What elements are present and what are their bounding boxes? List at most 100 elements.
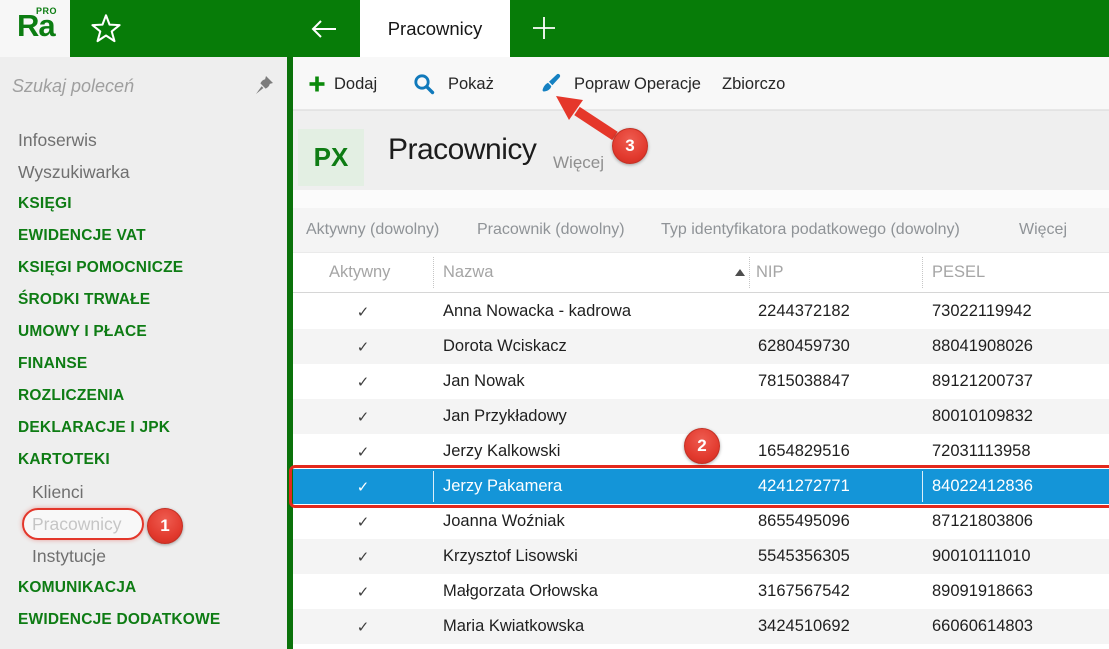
cell-nip: 7815038847: [750, 372, 922, 391]
search-icon: [412, 72, 436, 96]
filter-aktywny[interactable]: Aktywny (dowolny): [306, 221, 439, 239]
active-check-icon: ✓: [293, 303, 433, 321]
cell-name: Krzysztof Lisowski: [433, 547, 750, 566]
command-search: [0, 57, 287, 113]
filter-bar: Aktywny (dowolny) Pracownik (dowolny) Ty…: [293, 208, 1109, 253]
table-row[interactable]: ✓ Anna Nowacka - kadrowa 2244372182 7302…: [293, 294, 1109, 329]
table-row[interactable]: ✓ Joanna Woźniak 8655495096 87121803806: [293, 504, 1109, 539]
command-search-input[interactable]: [12, 73, 237, 99]
table-row[interactable]: ✓ Małgorzata Orłowska 3167567542 8909191…: [293, 574, 1109, 609]
active-check-icon: ✓: [293, 583, 433, 601]
table-row-selected[interactable]: ✓ Jerzy Pakamera 4241272771 84022412836: [293, 469, 1109, 504]
cell-pesel: 90010111010: [922, 547, 1109, 566]
cell-nip: 8655495096: [750, 512, 922, 531]
active-check-icon: ✓: [293, 548, 433, 566]
new-tab-button[interactable]: [531, 15, 557, 41]
cell-pesel: 80010109832: [922, 407, 1109, 426]
sidebar-item-kartoteki[interactable]: KARTOTEKI: [0, 444, 287, 476]
sidebar: Infoserwis Wyszukiwarka KSIĘGI EWIDENCJE…: [0, 57, 287, 649]
page-header: PX Pracownicy Więcej: [293, 110, 1109, 190]
sidebar-item-deklaracje-i-jpk[interactable]: DEKLARACJE I JPK: [0, 412, 287, 444]
title-more-link[interactable]: Więcej: [553, 153, 604, 173]
active-check-icon: ✓: [293, 513, 433, 531]
sidebar-item-ksiegi[interactable]: KSIĘGI: [0, 188, 287, 220]
page-title: Pracownicy: [388, 133, 536, 167]
cell-name: Joanna Woźniak: [433, 512, 750, 531]
table-row[interactable]: ✓ Krzysztof Lisowski 5545356305 90010111…: [293, 539, 1109, 574]
sort-asc-icon: [735, 269, 745, 276]
sidebar-item-ewidencje-vat[interactable]: EWIDENCJE VAT: [0, 220, 287, 252]
sidebar-item-klienci[interactable]: Klienci: [0, 476, 287, 508]
cell-name: Anna Nowacka - kadrowa: [433, 302, 750, 321]
cell-pesel: 88041908026: [922, 337, 1109, 356]
cell-name: Małgorzata Orłowska: [433, 582, 750, 601]
tab-label: Pracownicy: [388, 18, 483, 40]
cell-pesel: 73022119942: [922, 302, 1109, 321]
filter-pracownik[interactable]: Pracownik (dowolny): [477, 221, 625, 239]
active-check-icon: ✓: [293, 618, 433, 636]
sidebar-item-rozliczenia[interactable]: ROZLICZENIA: [0, 380, 287, 412]
top-bar: Ra PRO Pracownicy: [0, 0, 1109, 57]
cell-nip: 3424510692: [750, 617, 922, 636]
bulk-menu[interactable]: Zbiorczo: [722, 74, 785, 94]
cell-nip: 5545356305: [750, 547, 922, 566]
cell-name: Jerzy Pakamera: [433, 477, 750, 496]
sidebar-menu: Infoserwis Wyszukiwarka KSIĘGI EWIDENCJE…: [0, 124, 287, 636]
cell-nip: 6280459730: [750, 337, 922, 356]
show-button[interactable]: Pokaż: [448, 74, 494, 94]
column-separator: [749, 257, 750, 288]
back-button[interactable]: [306, 16, 340, 42]
sidebar-item-ewidencje-dodatkowe[interactable]: EWIDENCJE DODATKOWE: [0, 604, 287, 636]
module-toolbar: Dodaj Pokaż Popraw Operacje Zbiorczo: [293, 57, 1109, 110]
employee-table: ✓ Anna Nowacka - kadrowa 2244372182 7302…: [293, 294, 1109, 644]
cell-name: Maria Kwiatkowska: [433, 617, 750, 636]
logo-pro-badge: PRO: [36, 6, 57, 16]
cell-pesel: 84022412836: [922, 477, 1109, 496]
sidebar-item-ksiegi-pomocnicze[interactable]: KSIĘGI POMOCNICZE: [0, 252, 287, 284]
app-logo: Ra PRO: [0, 0, 70, 57]
edit-button[interactable]: Popraw: [574, 74, 630, 94]
sidebar-item-pracownicy[interactable]: Pracownicy: [0, 508, 287, 540]
column-header-pesel[interactable]: PESEL: [932, 263, 985, 282]
sidebar-item-infoserwis[interactable]: Infoserwis: [0, 124, 287, 156]
cell-name: Dorota Wciskacz: [433, 337, 750, 356]
sidebar-item-srodki-trwale[interactable]: ŚRODKI TRWAŁE: [0, 284, 287, 316]
module-badge: PX: [298, 129, 364, 186]
sidebar-item-instytucje[interactable]: Instytucje: [0, 540, 287, 572]
column-separator: [922, 257, 923, 288]
cell-pesel: 89121200737: [922, 372, 1109, 391]
column-separator: [433, 257, 434, 288]
cell-name: Jan Nowak: [433, 372, 750, 391]
table-row[interactable]: ✓ Maria Kwiatkowska 3424510692 660606148…: [293, 609, 1109, 644]
column-header-nip[interactable]: NIP: [756, 263, 784, 282]
tab-pracownicy[interactable]: Pracownicy: [360, 0, 510, 57]
column-header-aktywny[interactable]: Aktywny: [329, 263, 390, 282]
cell-nip: 2244372182: [750, 302, 922, 321]
plus-icon: [531, 15, 557, 41]
operations-menu[interactable]: Operacje: [634, 74, 701, 94]
cell-name: Jan Przykładowy: [433, 407, 750, 426]
brush-icon: [538, 72, 562, 96]
cell-pesel: 87121803806: [922, 512, 1109, 531]
filter-typ-identyfikatora[interactable]: Typ identyfikatora podatkowego (dowolny): [661, 221, 960, 239]
header-gap: [293, 190, 1109, 208]
table-row[interactable]: ✓ Jan Nowak 7815038847 89121200737: [293, 364, 1109, 399]
sidebar-item-umowy-i-place[interactable]: UMOWY I PŁACE: [0, 316, 287, 348]
table-row[interactable]: ✓ Jan Przykładowy 80010109832: [293, 399, 1109, 434]
table-row[interactable]: ✓ Dorota Wciskacz 6280459730 88041908026: [293, 329, 1109, 364]
add-button[interactable]: Dodaj: [334, 74, 377, 94]
filter-more[interactable]: Więcej: [1019, 221, 1067, 239]
cell-nip: 1654829516: [750, 442, 922, 461]
column-header-nazwa[interactable]: Nazwa: [443, 263, 493, 282]
sidebar-item-wyszukiwarka[interactable]: Wyszukiwarka: [0, 156, 287, 188]
active-check-icon: ✓: [293, 408, 433, 426]
pin-icon[interactable]: [253, 74, 275, 96]
cell-pesel: 66060614803: [922, 617, 1109, 636]
sidebar-item-komunikacja[interactable]: KOMUNIKACJA: [0, 572, 287, 604]
favorites-button[interactable]: [90, 13, 122, 45]
cell-nip: 3167567542: [750, 582, 922, 601]
cell-pesel: 89091918663: [922, 582, 1109, 601]
table-row[interactable]: ✓ Jerzy Kalkowski 1654829516 72031113958: [293, 434, 1109, 469]
sidebar-item-finanse[interactable]: FINANSE: [0, 348, 287, 380]
app-window: Ra PRO Pracownicy: [0, 0, 1109, 649]
